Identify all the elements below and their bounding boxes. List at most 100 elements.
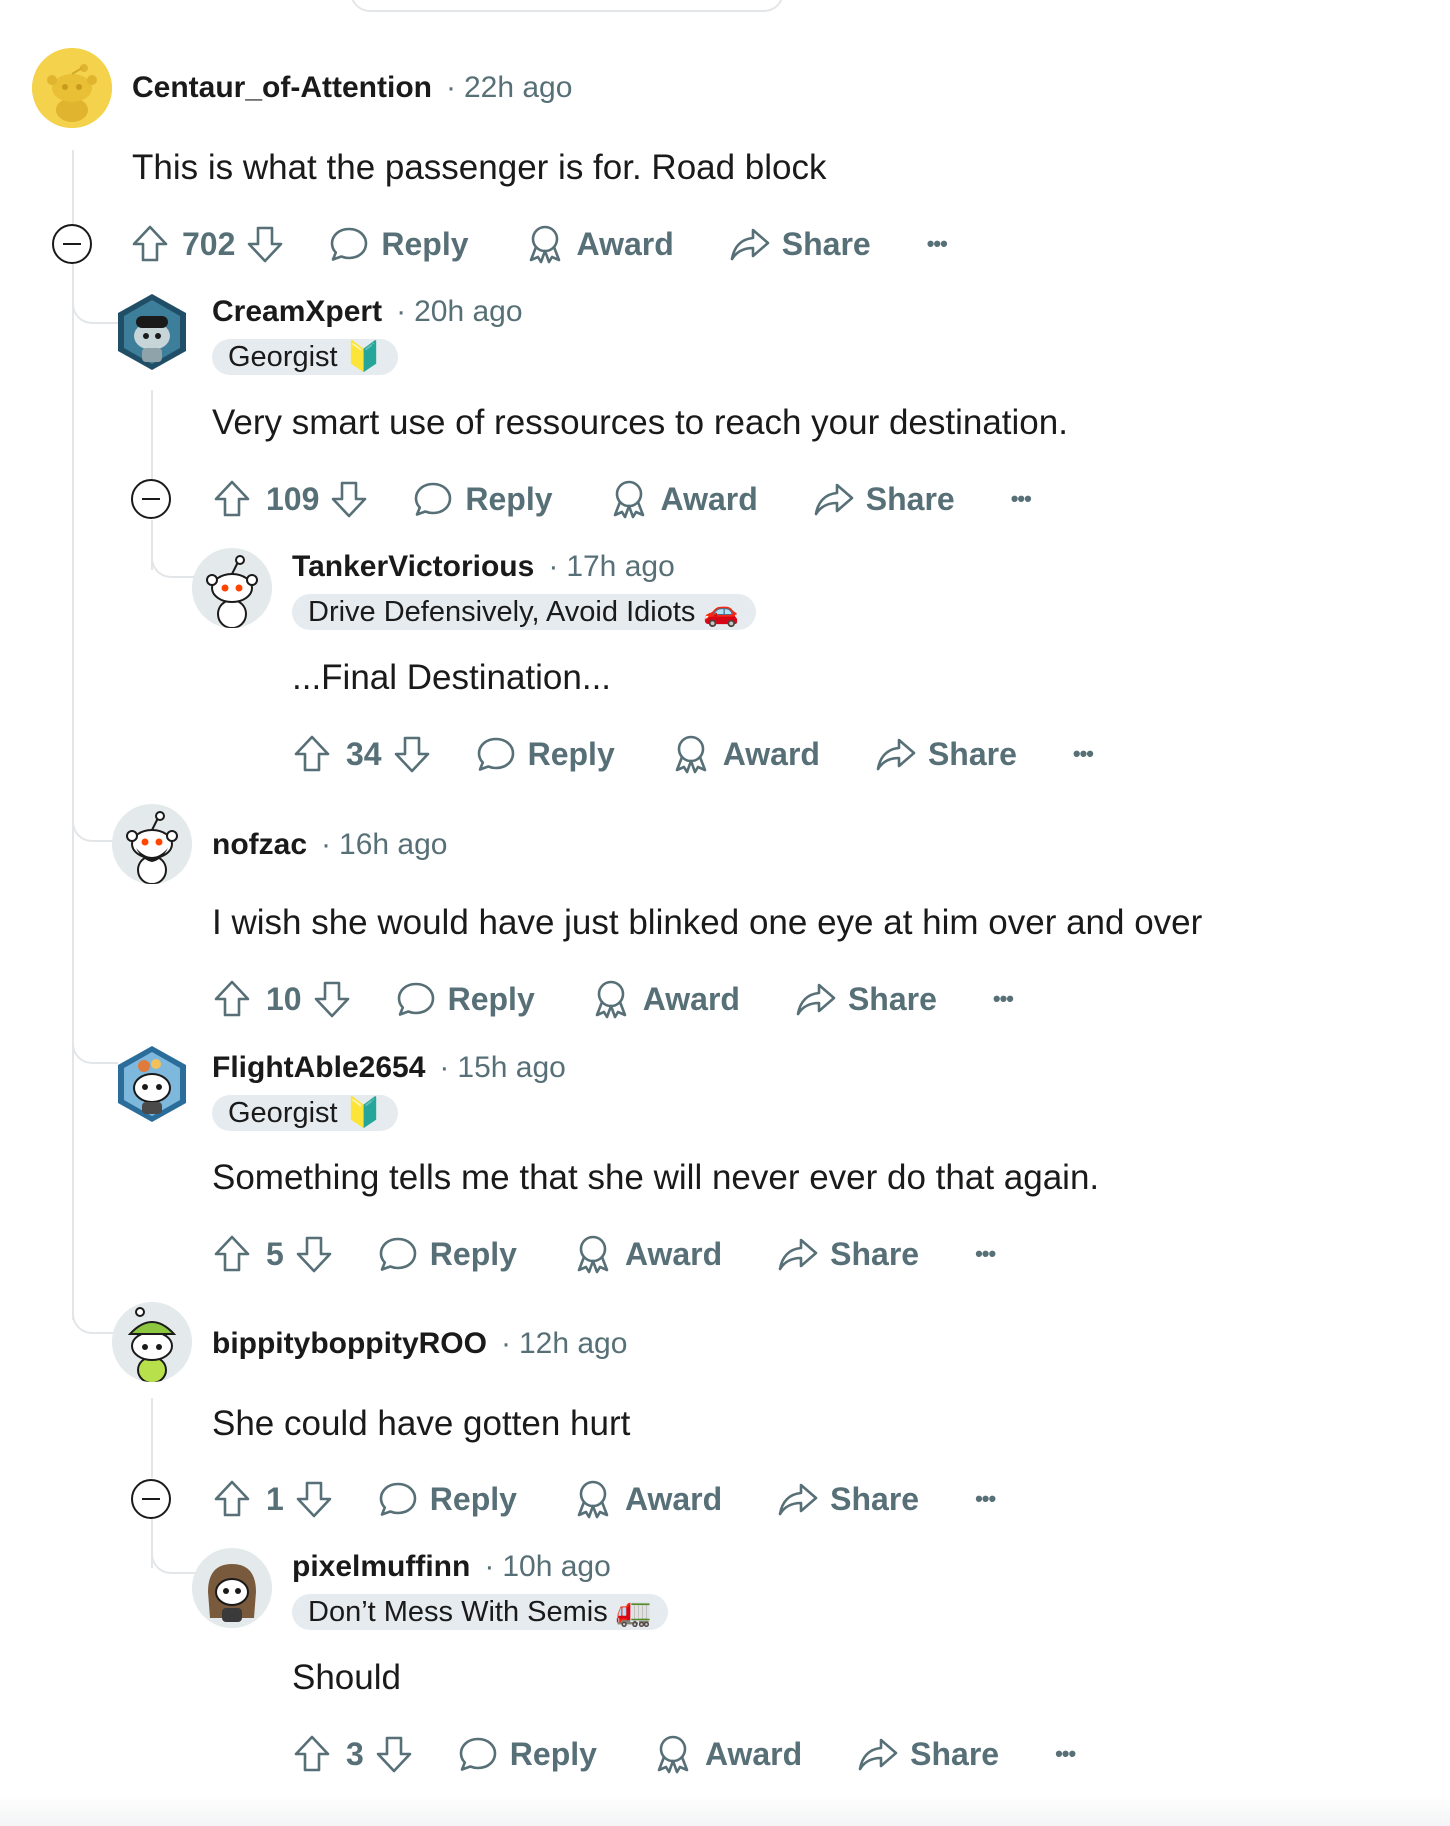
more-options-button[interactable]: ••• (975, 1486, 996, 1512)
downvote-icon[interactable] (372, 1732, 416, 1776)
award-button[interactable]: Award (669, 732, 820, 776)
user-flair: Georgist 🔰 (212, 1095, 398, 1131)
downvote-icon[interactable] (292, 1477, 336, 1521)
user-flair: Don’t Mess With Semis 🚛 (292, 1594, 668, 1630)
upvote-icon[interactable] (210, 477, 254, 521)
speech-bubble-icon (379, 1237, 417, 1271)
award-ribbon-icon (595, 980, 627, 1019)
avatar[interactable] (112, 292, 192, 372)
timestamp[interactable]: 16h ago (339, 828, 447, 862)
collapse-button[interactable] (131, 1479, 171, 1519)
reply-button[interactable]: Reply (456, 1732, 597, 1776)
upvote-icon[interactable] (290, 732, 334, 776)
reply-label: Reply (527, 735, 615, 772)
thread-line-creamxpert[interactable] (151, 390, 153, 480)
downvote-icon[interactable] (292, 1232, 336, 1276)
award-button[interactable]: Award (571, 1477, 722, 1521)
share-label: Share (781, 225, 871, 262)
speech-bubble-icon (331, 227, 368, 261)
speech-bubble-icon (459, 1737, 497, 1771)
username-link[interactable]: FlightAble2654 (212, 1051, 425, 1085)
timestamp[interactable]: 15h ago (457, 1051, 565, 1085)
share-button[interactable]: Share (776, 1232, 919, 1276)
award-button[interactable]: Award (571, 1232, 722, 1276)
share-arrow-icon (796, 983, 836, 1016)
more-options-button[interactable]: ••• (1055, 1741, 1076, 1767)
upvote-icon[interactable] (210, 1477, 254, 1521)
upvote-icon[interactable] (290, 1732, 334, 1776)
award-ribbon-icon (577, 1480, 609, 1519)
downvote-icon[interactable] (390, 732, 434, 776)
reply-label: Reply (381, 225, 469, 262)
collapse-button[interactable] (52, 224, 92, 264)
downvote-icon[interactable] (310, 977, 354, 1021)
share-button[interactable]: Share (874, 732, 1017, 776)
avatar[interactable] (112, 804, 192, 884)
share-button[interactable]: Share (856, 1732, 999, 1776)
upvote-icon[interactable] (128, 222, 172, 266)
timestamp[interactable]: 17h ago (566, 550, 674, 584)
share-button[interactable]: Share (812, 477, 955, 521)
reply-button[interactable]: Reply (394, 977, 535, 1021)
reply-button[interactable]: Reply (327, 222, 469, 266)
award-ribbon-icon (577, 1235, 609, 1274)
collapse-button[interactable] (131, 479, 171, 519)
action-bar: 702 Reply Award Share ••• (128, 220, 948, 268)
username-link[interactable]: bippityboppityROO (212, 1327, 487, 1361)
share-label: Share (927, 735, 1017, 772)
username-link[interactable]: TankerVictorious (292, 550, 534, 584)
more-options-button[interactable]: ••• (1011, 486, 1032, 512)
award-ribbon-icon (613, 480, 644, 519)
avatar[interactable] (192, 548, 272, 628)
separator-dot: · (500, 1327, 511, 1360)
comment-header: pixelmuffinn · 10h ago (292, 1547, 611, 1587)
timestamp[interactable]: 12h ago (519, 1327, 627, 1361)
downvote-icon[interactable] (327, 477, 371, 521)
reply-button[interactable]: Reply (376, 1477, 517, 1521)
reply-button[interactable]: Reply (474, 732, 615, 776)
timestamp[interactable]: 20h ago (414, 295, 522, 329)
comment-header: bippityboppityROO · 12h ago (212, 1324, 627, 1364)
reply-button[interactable]: Reply (376, 1232, 517, 1276)
comment-header: Centaur_of-Attention · 22h ago (132, 68, 572, 108)
avatar[interactable] (112, 1044, 192, 1124)
more-options-button[interactable]: ••• (927, 231, 948, 257)
more-options-button[interactable]: ••• (993, 986, 1014, 1012)
award-button[interactable]: Award (651, 1732, 802, 1776)
upvote-icon[interactable] (210, 1232, 254, 1276)
user-flair: Drive Defensively, Avoid Idiots 🚗 (292, 594, 756, 630)
username-link[interactable]: Centaur_of-Attention (132, 71, 432, 105)
snoo-avatar-yellow-icon (32, 48, 112, 128)
timestamp[interactable]: 10h ago (502, 1550, 610, 1584)
thread-line-bippity[interactable] (151, 1398, 153, 1478)
avatar[interactable] (112, 1302, 192, 1382)
comment-header: FlightAble2654 · 15h ago (212, 1048, 566, 1088)
thread-line-root[interactable] (72, 150, 74, 1320)
award-button[interactable]: Award (607, 477, 758, 521)
share-button[interactable]: Share (794, 977, 937, 1021)
share-arrow-icon (778, 1238, 818, 1271)
vote-count: 702 (182, 225, 236, 262)
avatar[interactable] (192, 1548, 272, 1628)
award-button[interactable]: Award (523, 222, 674, 266)
share-button[interactable]: Share (728, 222, 871, 266)
downvote-icon[interactable] (243, 222, 287, 266)
upvote-icon[interactable] (210, 977, 254, 1021)
award-button[interactable]: Award (589, 977, 740, 1021)
separator-dot: · (321, 828, 332, 861)
comment-body: ...Final Destination... (292, 658, 612, 697)
share-label: Share (830, 1480, 920, 1517)
username-link[interactable]: CreamXpert (212, 295, 382, 329)
username-link[interactable]: nofzac (212, 828, 307, 862)
username-link[interactable]: pixelmuffinn (292, 1550, 470, 1584)
share-label: Share (830, 1235, 920, 1272)
more-options-button[interactable]: ••• (975, 1241, 996, 1267)
reply-button[interactable]: Reply (411, 477, 553, 521)
timestamp[interactable]: 22h ago (464, 71, 572, 105)
sort-pill[interactable] (350, 0, 784, 12)
more-options-button[interactable]: ••• (1073, 741, 1094, 767)
minus-icon (142, 1497, 160, 1501)
share-button[interactable]: Share (776, 1477, 919, 1521)
avatar[interactable] (32, 48, 112, 128)
reply-label: Reply (465, 480, 553, 517)
